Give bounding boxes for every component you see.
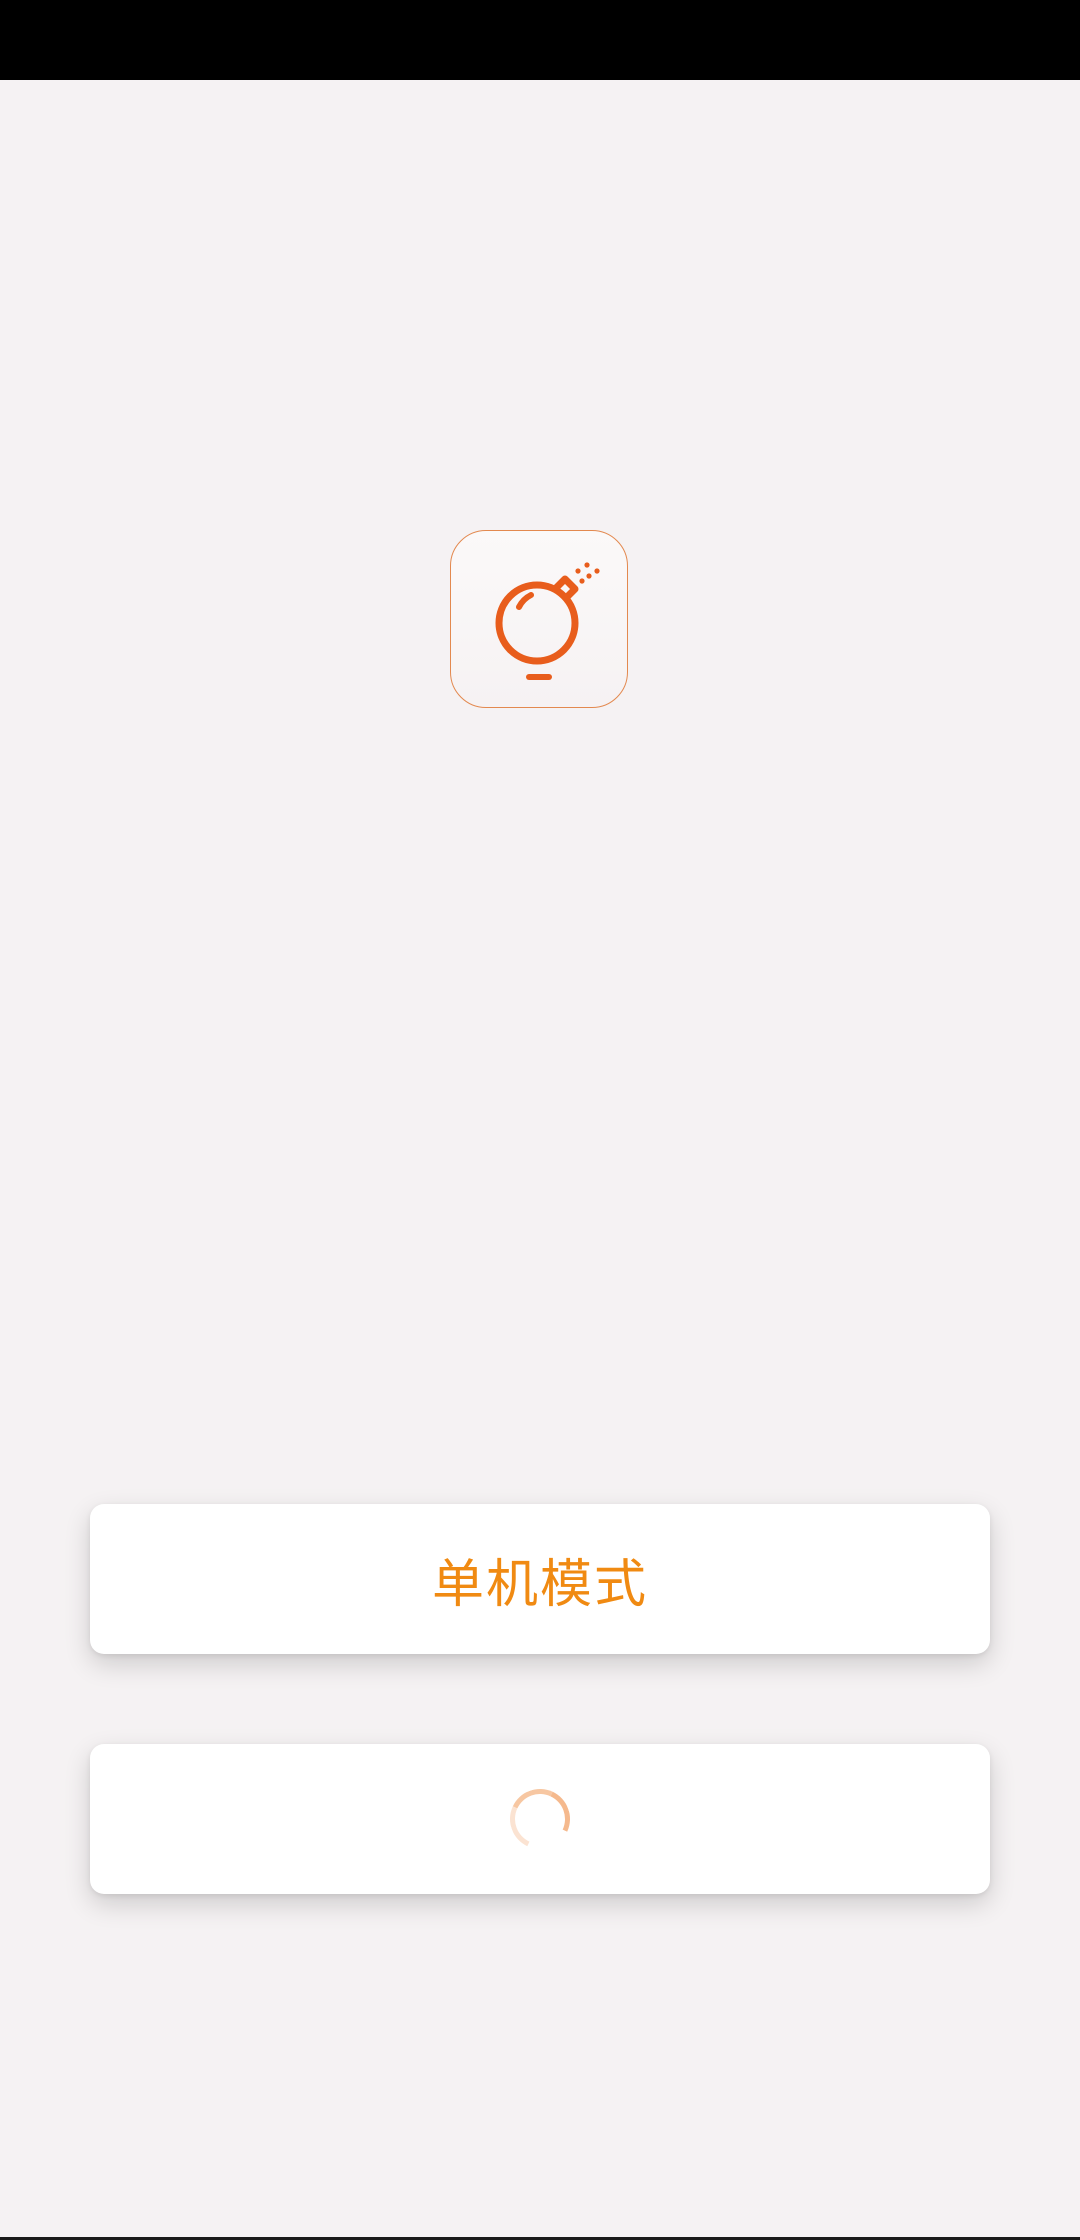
online-mode-button[interactable] — [90, 1744, 990, 1894]
status-bar — [0, 0, 1080, 80]
standalone-mode-label: 单机模式 — [431, 1554, 648, 1615]
app-icon — [450, 530, 628, 708]
loading-spinner-icon — [501, 1780, 579, 1858]
bomb-icon — [495, 562, 600, 680]
standalone-mode-button[interactable]: 单机模式 — [90, 1504, 990, 1654]
